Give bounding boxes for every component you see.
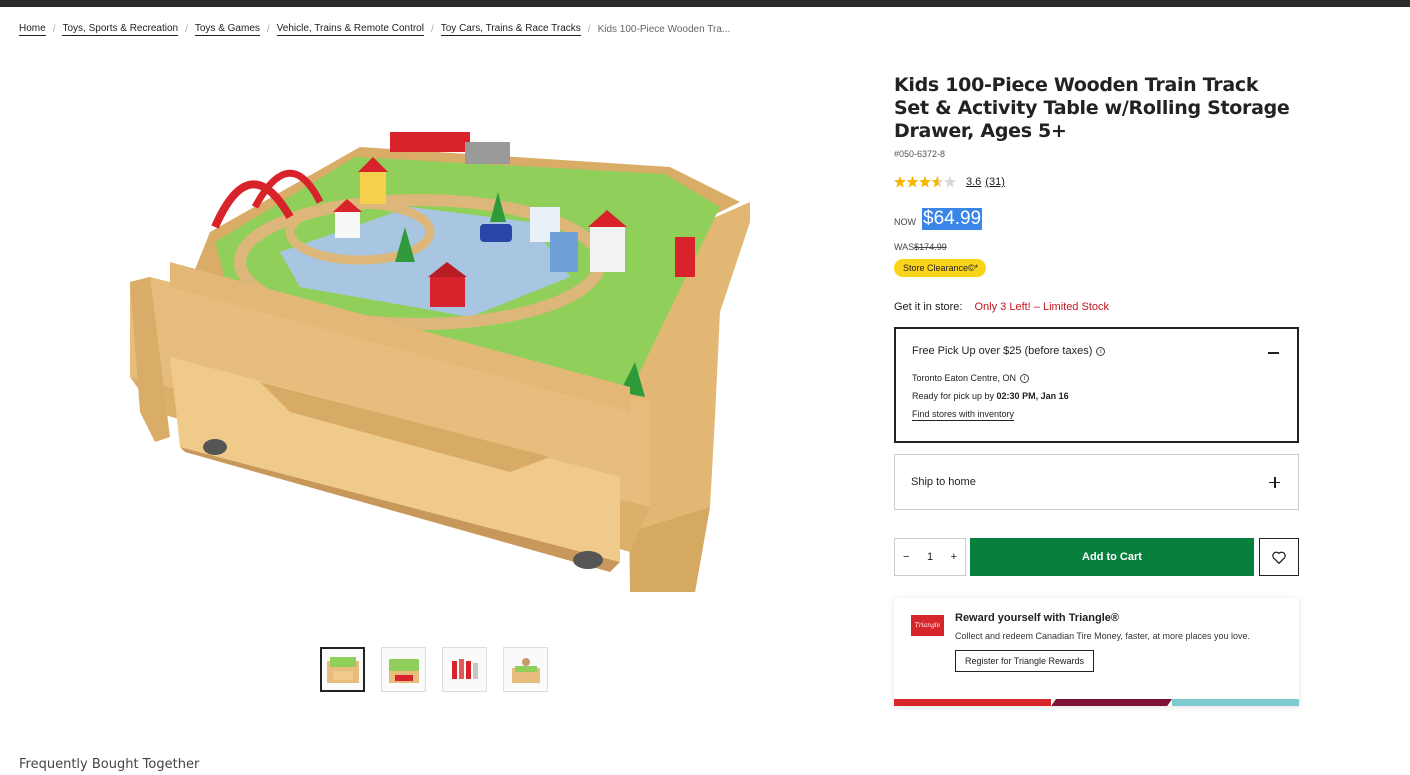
top-bar xyxy=(0,0,1410,7)
pickup-ready-prefix: Ready for pick up by xyxy=(912,391,997,401)
pickup-ready-time: 02:30 PM, Jan 16 xyxy=(996,391,1069,401)
ship-to-home-label: Ship to home xyxy=(911,476,976,488)
quantity-value[interactable]: 1 xyxy=(927,551,933,563)
add-to-cart-button[interactable]: Add to Cart xyxy=(970,538,1254,576)
triangle-logo: Triangle xyxy=(911,615,944,636)
thumbnail-1[interactable] xyxy=(320,647,365,692)
stock-status: Only 3 Left! – Limited Stock xyxy=(974,301,1109,313)
breadcrumb-home[interactable]: Home xyxy=(19,23,46,36)
info-icon[interactable]: i xyxy=(1020,373,1030,383)
was-price-value: $174.99 xyxy=(914,242,947,252)
wishlist-button[interactable] xyxy=(1259,538,1299,576)
breadcrumb-separator: / xyxy=(185,24,188,35)
rating-stars xyxy=(894,176,956,188)
ship-to-home-panel[interactable]: Ship to home xyxy=(894,454,1299,510)
pickup-title: Free Pick Up over $25 (before taxes) xyxy=(912,345,1093,357)
breadcrumb-separator: / xyxy=(587,24,591,35)
product-details: Kids 100-Piece Wooden Train Track Set & … xyxy=(894,74,1299,706)
was-label: WAS xyxy=(894,242,915,252)
breadcrumb-separator: / xyxy=(430,24,434,35)
thumbnail-2[interactable] xyxy=(381,647,426,692)
rewards-title: Reward yourself with Triangle® xyxy=(955,612,1119,624)
quantity-increase-button[interactable]: + xyxy=(951,551,957,563)
in-store-label: Get it in store: xyxy=(894,301,963,313)
quantity-decrease-button[interactable]: − xyxy=(903,551,909,563)
breadcrumb: Home / Toys, Sports & Recreation / Toys … xyxy=(19,23,730,36)
current-price: $64.99 xyxy=(922,208,983,230)
pickup-store: Toronto Eaton Centre, ON i xyxy=(912,373,1281,383)
thumbnail-strip xyxy=(320,647,548,692)
find-stores-link[interactable]: Find stores with inventory xyxy=(912,409,1015,421)
triangle-rewards-card: Triangle Reward yourself with Triangle® … xyxy=(894,598,1299,706)
breadcrumb-toys-sports[interactable]: Toys, Sports & Recreation xyxy=(62,23,179,36)
breadcrumb-vehicle-trains[interactable]: Vehicle, Trains & Remote Control xyxy=(276,23,424,36)
register-triangle-button[interactable]: Register for Triangle Rewards xyxy=(955,650,1095,672)
quantity-stepper: − 1 + xyxy=(894,538,966,576)
breadcrumb-toy-cars[interactable]: Toy Cars, Trains & Race Tracks xyxy=(440,23,581,36)
pickup-panel: Free Pick Up over $25 (before taxes) i T… xyxy=(894,327,1299,443)
now-label: NOW xyxy=(894,217,916,227)
product-rating: 3.6 (31) xyxy=(894,176,1299,188)
rating-value-link[interactable]: 3.6 xyxy=(966,176,981,188)
price-row: NOW $64.99 xyxy=(894,208,1299,230)
breadcrumb-toys-games[interactable]: Toys & Games xyxy=(194,23,260,36)
breadcrumb-separator: / xyxy=(266,24,270,35)
star-icon xyxy=(894,176,956,188)
product-sku: #050-6372-8 xyxy=(894,149,946,159)
plus-icon[interactable] xyxy=(1269,476,1280,488)
product-main-image[interactable] xyxy=(110,112,770,612)
info-icon[interactable]: i xyxy=(1096,346,1106,356)
product-title: Kids 100-Piece Wooden Train Track Set & … xyxy=(894,74,1290,142)
pickup-header[interactable]: Free Pick Up over $25 (before taxes) i xyxy=(912,345,1281,357)
thumbnail-4[interactable] xyxy=(503,647,548,692)
rewards-description: Collect and redeem Canadian Tire Money, … xyxy=(955,631,1250,641)
was-price: WAS$174.99 xyxy=(894,242,1299,252)
thumbnail-3[interactable] xyxy=(442,647,487,692)
review-count-link[interactable]: (31) xyxy=(985,176,1005,188)
rewards-stripe xyxy=(894,699,1299,706)
pickup-store-name: Toronto Eaton Centre, ON xyxy=(912,373,1017,383)
pickup-ready: Ready for pick up by 02:30 PM, Jan 16 xyxy=(912,391,1281,401)
heart-icon xyxy=(1272,551,1286,564)
breadcrumb-separator: / xyxy=(52,24,56,35)
minus-icon[interactable] xyxy=(1268,352,1279,354)
in-store-availability: Get it in store: Only 3 Left! – Limited … xyxy=(894,301,1299,313)
breadcrumb-current: Kids 100-Piece Wooden Tra... xyxy=(597,24,731,35)
clearance-badge[interactable]: Store Clearance©* xyxy=(894,259,987,277)
frequently-bought-together-heading: Frequently Bought Together xyxy=(19,757,200,772)
cart-row: − 1 + Add to Cart xyxy=(894,538,1299,576)
